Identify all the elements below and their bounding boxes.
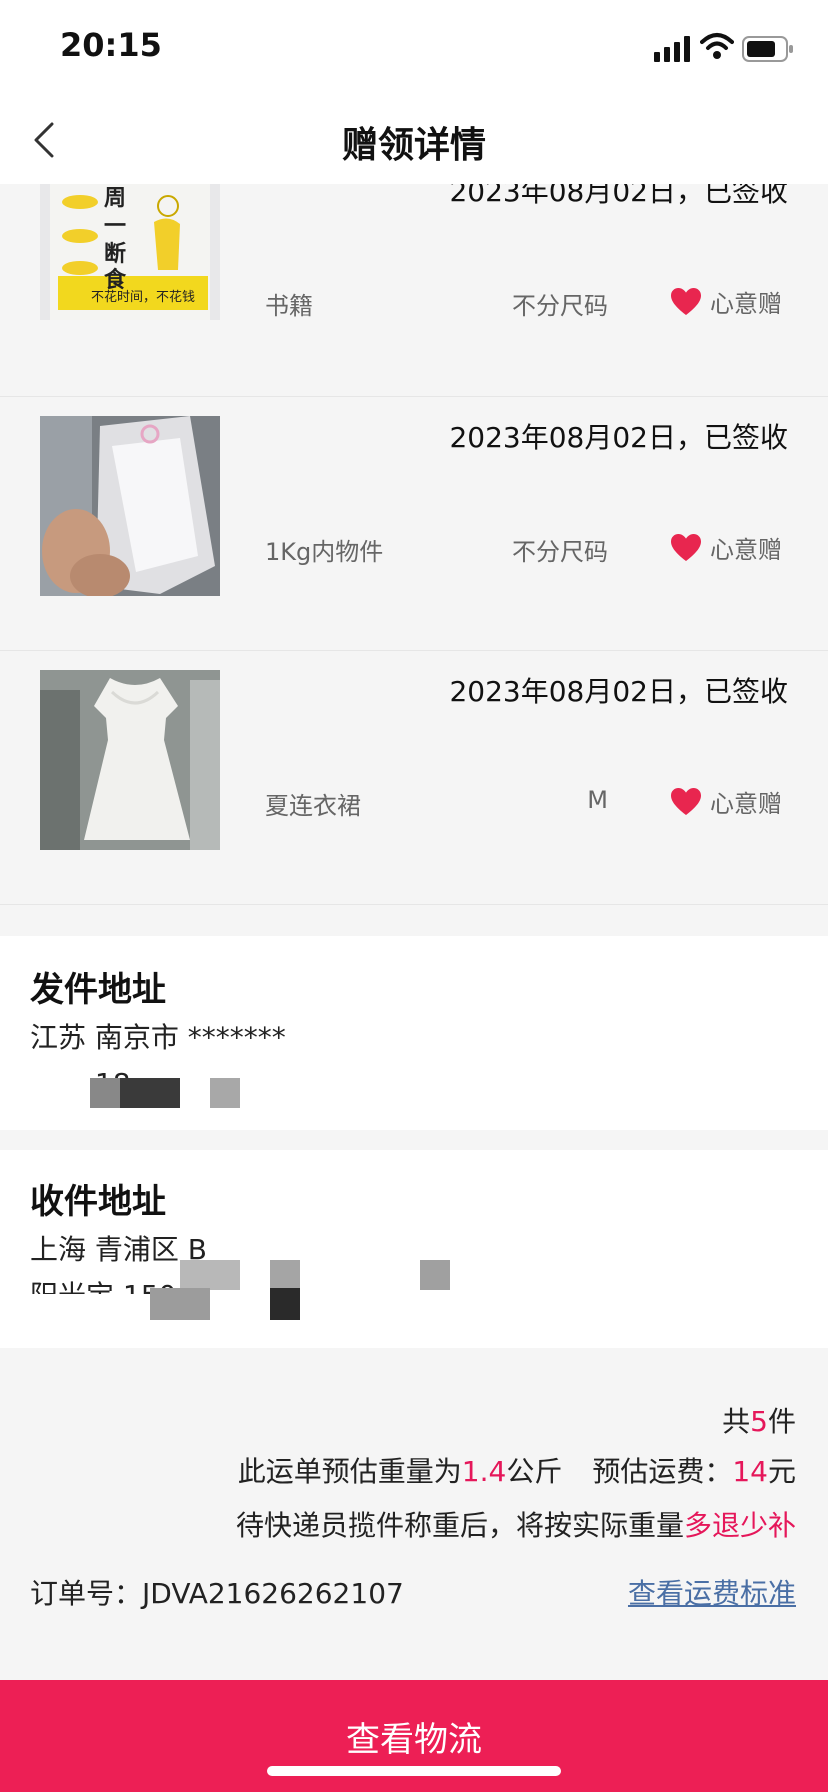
fee-label: 预估运费： <box>592 1455 733 1488</box>
item-thumbnail-dress <box>40 670 220 850</box>
privacy-mosaic <box>420 1260 450 1290</box>
book-slogan: 不花时间，不花钱 <box>90 290 195 305</box>
item-date-status: 2023年08月02日，已签收 <box>449 421 788 454</box>
weight-unit: 公斤 <box>506 1455 563 1488</box>
weight-fee-line: 此运单预估重量为1.4公斤 预估运费：14元 <box>238 1450 796 1490</box>
privacy-mosaic <box>270 1260 300 1290</box>
sender-address-text: 江苏 南京市 ******* <box>30 1021 286 1054</box>
item-size: M <box>587 786 608 814</box>
item-size: 不分尺码 <box>512 292 608 320</box>
list-item[interactable]: 周 一 断 食 不花时间，不花钱 2023年08月02日，已签收 书籍 不分尺码… <box>0 184 828 397</box>
heart-icon <box>671 533 701 561</box>
status-time: 20:15 <box>60 26 162 64</box>
bag-photo <box>40 416 220 596</box>
item-category: 1Kg内物件 <box>265 538 384 566</box>
weight-prefix: 此运单预估重量为 <box>237 1455 462 1488</box>
privacy-mosaic <box>150 1288 210 1320</box>
battery-icon <box>742 36 793 62</box>
item-category: 夏连衣裙 <box>265 792 361 820</box>
item-size: 不分尺码 <box>512 538 608 566</box>
item-count: 共5件 <box>722 1400 796 1440</box>
order-label: 订单号： <box>30 1577 143 1610</box>
wifi-icon <box>700 33 734 59</box>
signal-icon <box>654 36 690 62</box>
note-highlight: 多退少补 <box>683 1509 796 1542</box>
view-logistics-label: 查看物流 <box>346 1720 482 1760</box>
heart-icon <box>671 787 701 815</box>
heart-icon <box>671 287 701 315</box>
receiver-address-card: 收件地址 上海 青浦区 B 阳光宝 150 <box>0 1150 828 1348</box>
item-gift-tag: 心意赠 <box>670 784 782 819</box>
privacy-mosaic <box>180 1260 240 1290</box>
privacy-mosaic <box>120 1078 180 1108</box>
home-indicator[interactable] <box>267 1766 561 1776</box>
sender-address-title: 发件地址 <box>30 970 166 1010</box>
list-item[interactable]: 2023年08月02日，已签收 夏连衣裙 M 心意赠 <box>0 650 828 905</box>
item-tag-label: 心意赠 <box>710 290 782 318</box>
item-gift-tag: 心意赠 <box>670 284 782 319</box>
list-item[interactable]: 2023年08月02日，已签收 1Kg内物件 不分尺码 心意赠 <box>0 396 828 651</box>
fee-unit: 元 <box>767 1455 796 1488</box>
item-tag-label: 心意赠 <box>710 790 782 818</box>
nav-bar: 赠领详情 <box>0 96 828 184</box>
weight-value: 1.4 <box>461 1455 507 1488</box>
fee-standard-link[interactable]: 查看运费标准 <box>628 1572 796 1612</box>
count-suffix: 件 <box>767 1405 796 1438</box>
item-thumbnail-bag <box>40 416 220 596</box>
item-date-status: 2023年08月02日，已签收 <box>449 675 788 708</box>
page-title: 赠领详情 <box>341 125 486 166</box>
item-date-status: 2023年08月02日，已签收 <box>449 184 788 208</box>
order-value: JDVA21626262107 <box>142 1577 404 1610</box>
fee-value: 14 <box>732 1455 768 1488</box>
gift-item-list[interactable]: 周 一 断 食 不花时间，不花钱 2023年08月02日，已签收 书籍 不分尺码… <box>0 184 828 936</box>
item-tag-label: 心意赠 <box>710 536 782 564</box>
dress-photo <box>40 670 220 850</box>
item-gift-tag: 心意赠 <box>670 530 782 565</box>
privacy-mosaic <box>210 1078 240 1108</box>
count-value: 5 <box>750 1405 768 1438</box>
privacy-mosaic <box>270 1288 300 1320</box>
item-thumbnail-book: 周 一 断 食 不花时间，不花钱 <box>40 184 220 320</box>
weight-note: 待快递员揽件称重后，将按实际重量多退少补 <box>236 1504 796 1544</box>
sender-address-card: 发件地址 江苏 南京市 ******* 18 <box>0 936 828 1130</box>
receiver-address-title: 收件地址 <box>30 1182 166 1222</box>
order-number: 订单号：JDVA21626262107 <box>30 1572 404 1612</box>
count-prefix: 共 <box>722 1405 751 1438</box>
status-bar: 20:15 <box>0 0 828 96</box>
item-category: 书籍 <box>265 292 313 320</box>
note-prefix: 待快递员揽件称重后，将按实际重量 <box>235 1509 684 1542</box>
privacy-mosaic <box>90 1078 120 1108</box>
